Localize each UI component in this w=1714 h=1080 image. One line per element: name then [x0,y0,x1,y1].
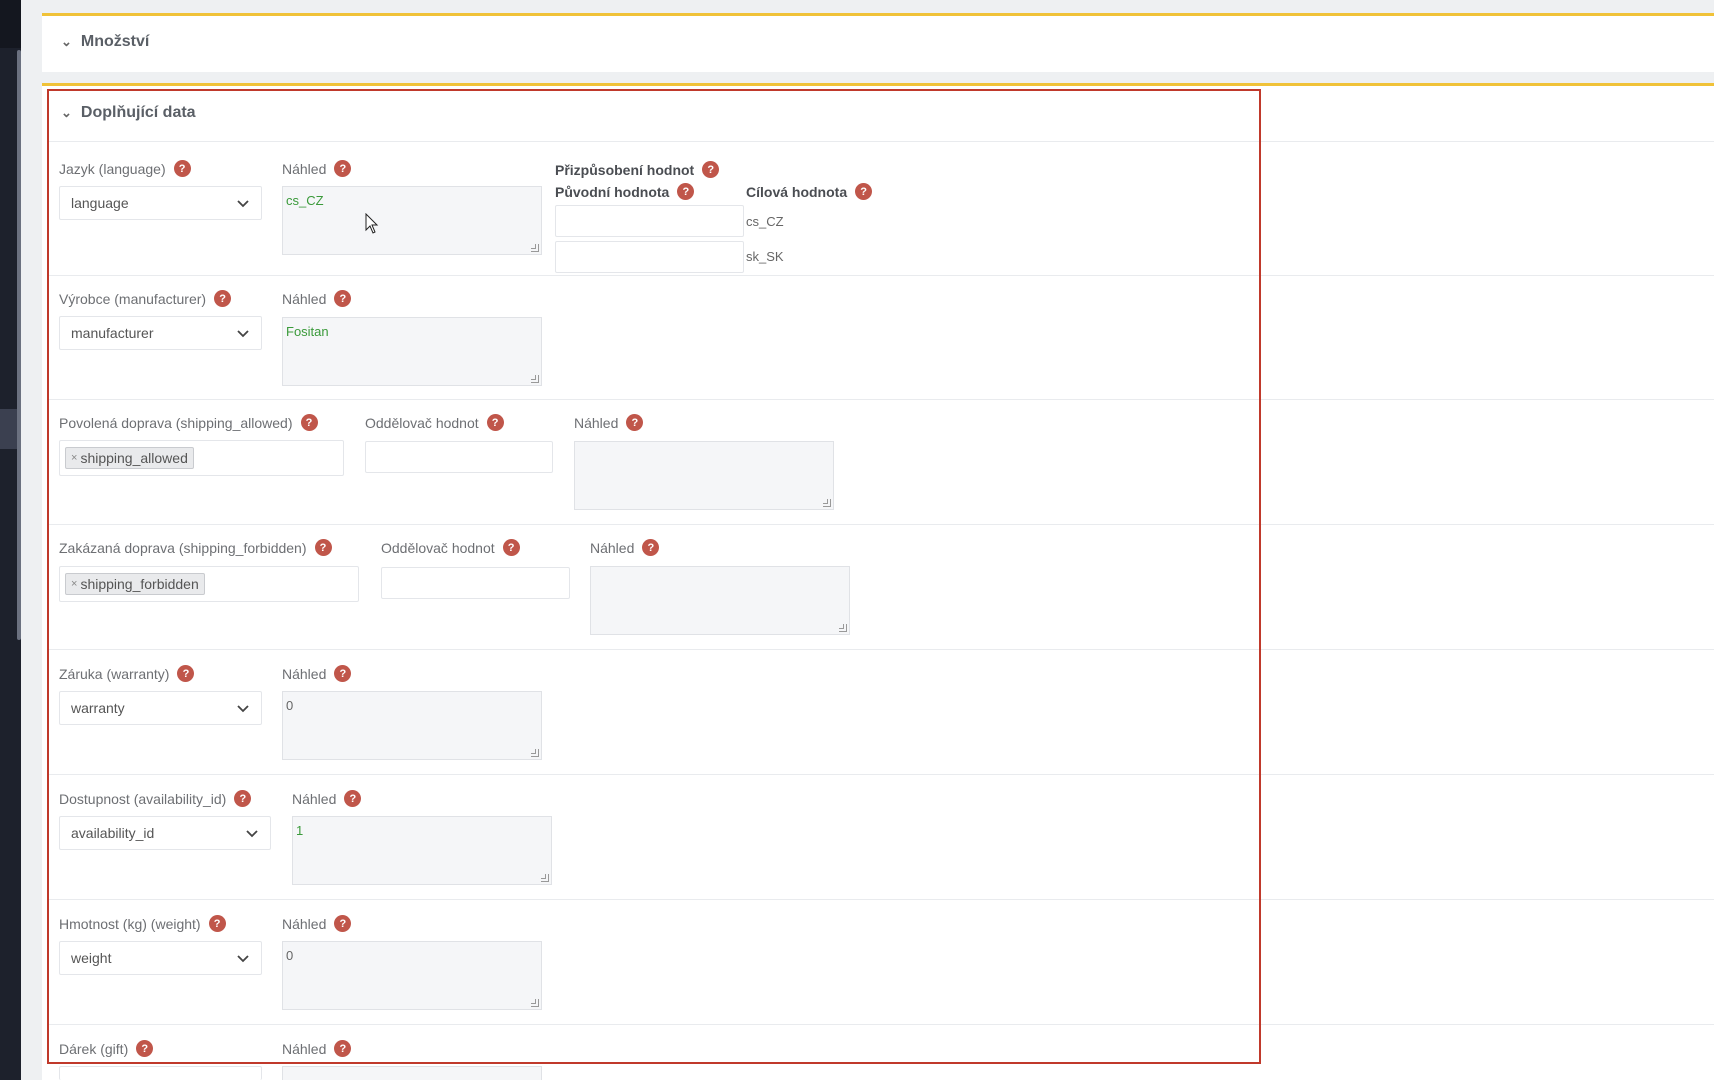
field-label-weight: Hmotnost (kg) (weight) ? [59,915,226,932]
help-icon[interactable]: ? [173,160,191,177]
section-header-mnozstvi[interactable]: ⌄ Množství [61,33,149,51]
separator-label: Oddělovač hodnot ? [381,539,520,556]
field-label-warranty: Záruka (warranty) ? [59,665,195,682]
preview-textarea-shipping-allowed[interactable] [574,441,834,510]
help-icon[interactable]: ? [177,665,195,682]
preview-label: Náhled ? [292,790,362,807]
preview-label: Náhled ? [574,414,644,431]
remove-tag-icon[interactable]: × [71,452,77,464]
help-icon[interactable]: ? [314,539,332,556]
help-icon[interactable]: ? [855,183,873,200]
help-icon[interactable]: ? [334,915,352,932]
preview-textarea-shipping-forbidden[interactable] [590,566,850,635]
preview-label: Náhled ? [282,665,352,682]
help-icon[interactable]: ? [344,790,362,807]
preview-textarea-manufacturer[interactable]: Fositan [282,317,542,386]
help-icon[interactable]: ? [334,290,352,307]
target-value: cs_CZ [746,214,784,229]
weight-select[interactable]: weight [59,941,262,975]
preview-textarea-weight[interactable]: 0 [282,941,542,1010]
resize-handle-icon[interactable] [839,624,847,632]
mapping-title: Přizpůsobení hodnot ? [555,161,720,178]
gift-select[interactable] [59,1066,262,1080]
help-icon[interactable]: ? [486,414,504,431]
separator-input[interactable] [365,441,553,473]
availability-select[interactable]: availability_id [59,816,271,850]
preview-textarea-gift[interactable] [282,1066,542,1080]
divider [47,275,1714,276]
remove-tag-icon[interactable]: × [71,578,77,590]
field-label-manufacturer: Výrobce (manufacturer) ? [59,290,232,307]
sidebar-top [0,0,21,48]
preview-label: Náhled ? [282,290,352,307]
resize-handle-icon[interactable] [531,999,539,1007]
manufacturer-select[interactable]: manufacturer [59,316,262,350]
divider [47,649,1714,650]
shipping-forbidden-tag-input[interactable]: × shipping_forbidden [59,566,359,602]
resize-handle-icon[interactable] [531,749,539,757]
preview-label: Náhled ? [590,539,660,556]
field-label-language: Jazyk (language) ? [59,160,191,177]
field-label-gift: Dárek (gift) ? [59,1040,154,1057]
help-icon[interactable]: ? [334,665,352,682]
preview-label: Náhled ? [282,160,352,177]
preview-textarea-warranty[interactable]: 0 [282,691,542,760]
original-value-input[interactable] [555,241,744,273]
separator-label: Oddělovač hodnot ? [365,414,504,431]
tag-chip[interactable]: × shipping_forbidden [65,573,205,595]
preview-label: Náhled ? [282,1040,352,1057]
help-icon[interactable]: ? [334,1040,352,1057]
mouse-cursor-icon [365,213,379,234]
resize-handle-icon[interactable] [823,499,831,507]
help-icon[interactable]: ? [136,1040,154,1057]
divider [47,399,1714,400]
original-value-input[interactable] [555,205,744,237]
divider [47,899,1714,900]
divider [47,141,1714,142]
help-icon[interactable]: ? [208,915,226,932]
chevron-down-icon: ⌄ [61,34,72,49]
chevron-down-icon [237,330,249,338]
divider [47,774,1714,775]
separator-input[interactable] [381,567,570,599]
field-label-availability: Dostupnost (availability_id) ? [59,790,252,807]
chevron-down-icon: ⌄ [61,105,72,120]
help-icon[interactable]: ? [234,790,252,807]
help-icon[interactable]: ? [214,290,232,307]
help-icon[interactable]: ? [502,539,520,556]
resize-handle-icon[interactable] [531,244,539,252]
help-icon[interactable]: ? [702,161,720,178]
resize-handle-icon[interactable] [531,375,539,383]
help-icon[interactable]: ? [642,539,660,556]
shipping-allowed-tag-input[interactable]: × shipping_allowed [59,440,344,476]
divider [47,1024,1714,1025]
chevron-down-icon [237,955,249,963]
scrollbar[interactable] [17,50,21,640]
help-icon[interactable]: ? [300,414,318,431]
target-value: sk_SK [746,249,784,264]
field-label-shipping-allowed: Povolená doprava (shipping_allowed) ? [59,414,318,431]
field-label-shipping-forbidden: Zakázaná doprava (shipping_forbidden) ? [59,539,332,556]
target-value-header: Cílová hodnota ? [746,183,873,200]
chevron-down-icon [237,705,249,713]
section-header-doplnujici[interactable]: ⌄ Doplňující data [61,104,196,122]
original-value-header: Původní hodnota ? [555,183,695,200]
preview-textarea-language[interactable]: cs_CZ [282,186,542,255]
warranty-select[interactable]: warranty [59,691,262,725]
section-title: Množství [80,33,150,50]
tag-chip[interactable]: × shipping_allowed [65,447,194,469]
chevron-down-icon [237,200,249,208]
help-icon[interactable]: ? [677,183,695,200]
chevron-down-icon [246,830,258,838]
divider [47,524,1714,525]
preview-textarea-availability[interactable]: 1 [292,816,552,885]
resize-handle-icon[interactable] [541,874,549,882]
preview-label: Náhled ? [282,915,352,932]
section-title: Doplňující data [80,104,196,121]
panel-mnozstvi [42,13,1714,72]
language-select[interactable]: language [59,186,262,220]
help-icon[interactable]: ? [334,160,352,177]
help-icon[interactable]: ? [626,414,644,431]
